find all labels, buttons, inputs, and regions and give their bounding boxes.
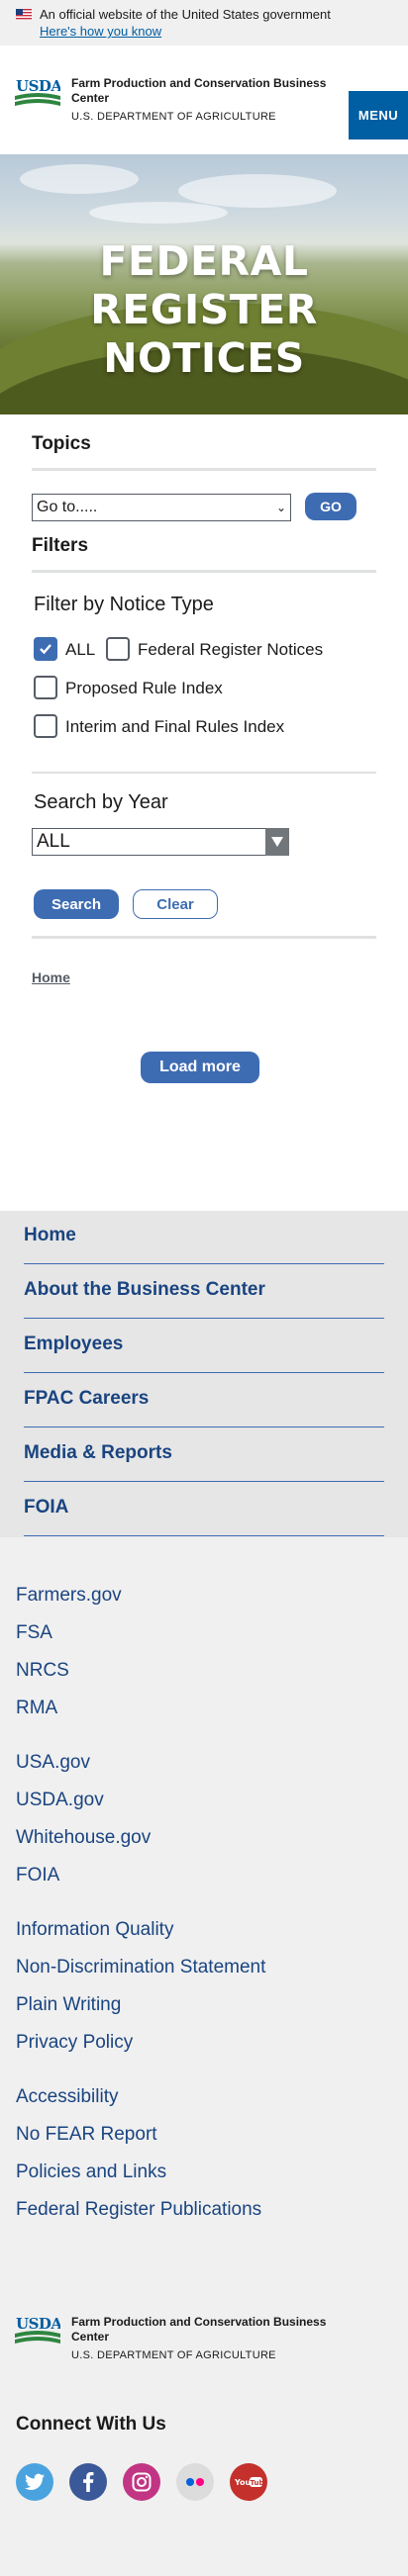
checkbox-proposed-rule-index-label: Proposed Rule Index	[65, 679, 223, 697]
checkmark-icon	[40, 644, 51, 655]
footer-link-non-discrimination[interactable]: Non-Discrimination Statement	[16, 1957, 265, 1978]
connect-heading: Connect With Us	[16, 2414, 166, 2435]
footer-link-usa-gov[interactable]: USA.gov	[16, 1752, 90, 1774]
svg-text:You: You	[235, 2478, 252, 2487]
footer-link-policies-links[interactable]: Policies and Links	[16, 2162, 166, 2183]
footer-nav-divider	[24, 1426, 384, 1427]
how-you-know-link[interactable]: Here's how you know	[40, 24, 161, 39]
results-divider	[32, 936, 376, 939]
svg-text:USDA: USDA	[16, 77, 60, 95]
filters-heading: Filters	[32, 535, 89, 556]
hero-cloud	[178, 174, 337, 208]
checkbox-all-label: ALL	[65, 640, 96, 659]
footer-nav-divider	[24, 1318, 384, 1319]
footer-nav-media-reports[interactable]: Media & Reports	[24, 1442, 172, 1464]
topics-divider	[32, 468, 376, 471]
us-flag-icon	[16, 9, 32, 20]
footer-usda-logo[interactable]: USDA	[15, 2314, 60, 2347]
checkbox-federal-register-notices-label: Federal Register Notices	[138, 640, 324, 659]
topics-heading: Topics	[32, 433, 91, 454]
chevron-down-icon: ⌄	[275, 501, 286, 514]
footer-link-plain-writing[interactable]: Plain Writing	[16, 1994, 121, 2016]
breadcrumb-home[interactable]: Home	[32, 969, 70, 985]
official-site-text: An official website of the United States…	[40, 7, 331, 22]
load-more-button[interactable]: Load more	[141, 1052, 259, 1083]
gov-banner: An official website of the United States…	[0, 0, 408, 46]
footer-nav-divider	[24, 1481, 384, 1482]
hero-cloud	[20, 164, 139, 194]
year-select[interactable]: ALL	[32, 828, 289, 856]
checkbox-all[interactable]	[34, 637, 57, 661]
filters-divider	[32, 570, 376, 573]
footer-nav-foia[interactable]: FOIA	[24, 1497, 68, 1518]
footer-link-federal-register-publications[interactable]: Federal Register Publications	[16, 2199, 261, 2221]
search-by-year-label: Search by Year	[34, 791, 168, 813]
footer-link-fsa[interactable]: FSA	[16, 1622, 52, 1644]
topics-select-value: Go to.....	[37, 499, 98, 515]
footer-link-whitehouse-gov[interactable]: Whitehouse.gov	[16, 1827, 151, 1849]
hero-cloud	[89, 202, 228, 224]
footer-nav-divider	[24, 1535, 384, 1536]
checkbox-interim-final-rules-index[interactable]	[34, 714, 57, 738]
page-title-line1: FEDERAL REGISTER	[90, 237, 318, 333]
footer-department-name: U.S. DEPARTMENT OF AGRICULTURE	[71, 2349, 276, 2361]
footer-agency-name: Farm Production and Conservation Busines…	[71, 2315, 327, 2344]
footer-link-nrcs[interactable]: NRCS	[16, 1660, 69, 1682]
twitter-icon[interactable]	[16, 2463, 53, 2501]
search-button[interactable]: Search	[34, 889, 119, 919]
facebook-icon[interactable]	[69, 2463, 107, 2501]
footer-link-no-fear-report[interactable]: No FEAR Report	[16, 2124, 157, 2146]
footer-link-usda-gov[interactable]: USDA.gov	[16, 1790, 104, 1811]
flickr-icon[interactable]	[176, 2463, 214, 2501]
hero-banner: FEDERAL REGISTER NOTICES	[0, 154, 408, 414]
clear-button[interactable]: Clear	[133, 889, 218, 919]
footer-link-accessibility[interactable]: Accessibility	[16, 2086, 118, 2108]
footer-nav-employees[interactable]: Employees	[24, 1334, 123, 1355]
footer-nav-about[interactable]: About the Business Center	[24, 1279, 265, 1301]
page-title-line2: NOTICES	[103, 334, 305, 382]
agency-name[interactable]: Farm Production and Conservation Busines…	[71, 76, 349, 106]
footer-nav-home[interactable]: Home	[24, 1225, 76, 1246]
footer-link-privacy-policy[interactable]: Privacy Policy	[16, 2032, 133, 2054]
department-name: U.S. DEPARTMENT OF AGRICULTURE	[71, 111, 276, 123]
instagram-icon[interactable]	[123, 2463, 160, 2501]
footer-link-information-quality[interactable]: Information Quality	[16, 1919, 173, 1941]
dropdown-arrow-icon	[265, 828, 289, 856]
footer-nav-fpac-careers[interactable]: FPAC Careers	[24, 1388, 149, 1410]
page-title: FEDERAL REGISTER NOTICES	[0, 237, 408, 383]
usda-logo[interactable]: USDA	[15, 76, 60, 110]
footer-nav-divider	[24, 1372, 384, 1373]
checkbox-proposed-rule-index[interactable]	[34, 676, 57, 699]
topics-select[interactable]: Go to..... ⌄	[32, 494, 291, 521]
footer-link-farmers-gov[interactable]: Farmers.gov	[16, 1585, 122, 1607]
go-button[interactable]: GO	[305, 493, 357, 520]
checkbox-interim-final-rules-index-label: Interim and Final Rules Index	[65, 717, 285, 736]
footer-link-rma[interactable]: RMA	[16, 1698, 57, 1719]
menu-button[interactable]: MENU	[349, 91, 408, 139]
svg-text:Tube: Tube	[251, 2479, 263, 2487]
year-select-value: ALL	[37, 831, 70, 852]
checkbox-federal-register-notices[interactable]	[106, 637, 130, 661]
footer-nav: Home About the Business Center Employees…	[0, 1211, 408, 1537]
footer-nav-divider	[24, 1263, 384, 1264]
footer-link-foia[interactable]: FOIA	[16, 1865, 59, 1886]
svg-text:USDA: USDA	[16, 2315, 60, 2333]
youtube-icon[interactable]: You Tube	[230, 2463, 267, 2501]
notice-type-label: Filter by Notice Type	[34, 594, 214, 615]
filters-mid-divider	[32, 772, 376, 774]
